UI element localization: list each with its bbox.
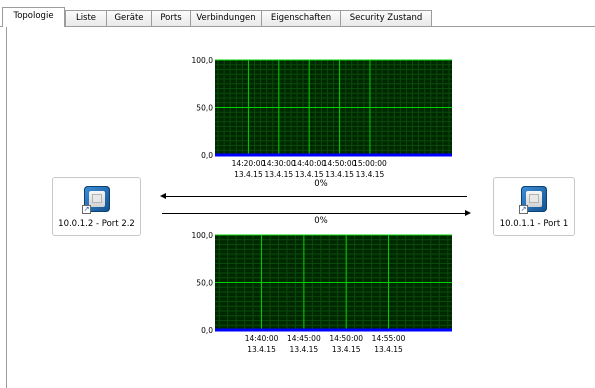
- y-tick-label: 50,0: [196, 104, 213, 113]
- topology-view: 100,0 50,0 0,0 14:20:00 13.4.15 14:30:00 13.4.…: [6, 27, 595, 388]
- shortcut-arrow-icon: ↗: [82, 205, 91, 214]
- data-point: [302, 328, 306, 332]
- shortcut-arrow-icon: ↗: [519, 205, 528, 214]
- tab-liste[interactable]: Liste: [65, 10, 107, 26]
- device-node-right[interactable]: ↗ 10.0.1.1 - Port 1: [493, 177, 575, 236]
- arrowhead-right-icon: [465, 210, 471, 216]
- link-utilization-left: 0%: [314, 179, 328, 189]
- x-tick-time-label: 14:55:00: [372, 334, 406, 343]
- tab-eigenschaften[interactable]: Eigenschaften: [261, 10, 341, 26]
- x-tick-date-label: 13.4.15: [234, 170, 263, 179]
- x-tick-date-label: 13.4.15: [325, 170, 354, 179]
- x-tick-date-label: 13.4.15: [332, 345, 361, 354]
- y-tick-label: 0,0: [201, 151, 213, 160]
- tab-geraete[interactable]: Geräte: [106, 10, 152, 26]
- x-tick-date-label: 13.4.15: [290, 345, 319, 354]
- tab-security-zustand[interactable]: Security Zustand: [340, 10, 432, 26]
- x-tick-time-label: 14:30:00: [262, 159, 296, 168]
- device-node-label: 10.0.1.2 - Port 2.2: [58, 219, 135, 229]
- tab-ports[interactable]: Ports: [151, 10, 191, 26]
- device-node-left[interactable]: ↗ 10.0.1.2 - Port 2.2: [52, 177, 141, 236]
- traffic-chart-bottom: 100,0 50,0 0,0 14:40:00 13.4.15 14:45:00 13.4.…: [192, 231, 452, 354]
- x-tick-time-label: 14:40:00: [245, 334, 279, 343]
- x-tick-time-label: 14:45:00: [287, 334, 321, 343]
- traffic-chart-top: 100,0 50,0 0,0 14:20:00 13.4.15 14:30:00 13.4.…: [192, 56, 452, 179]
- tab-verbindungen[interactable]: Verbindungen: [190, 10, 262, 26]
- link-arrow-to-left: [165, 196, 467, 197]
- x-tick-time-label: 14:40:00: [292, 159, 326, 168]
- link-arrow-to-right: [162, 213, 465, 214]
- x-tick-time-label: 14:50:00: [323, 159, 357, 168]
- x-tick-date-label: 13.4.15: [356, 170, 385, 179]
- x-tick-date-label: 13.4.15: [247, 345, 276, 354]
- data-point: [344, 328, 348, 332]
- network-port-icon: ↗: [519, 186, 547, 214]
- link-utilization-right: 0%: [314, 216, 328, 226]
- x-tick-date-label: 13.4.15: [264, 170, 293, 179]
- arrowhead-left-icon: [160, 193, 166, 199]
- data-point: [387, 328, 390, 332]
- tab-bar: Topologie Liste Geräte Ports Verbindunge…: [0, 0, 595, 27]
- y-tick-label: 50,0: [196, 279, 213, 288]
- data-point: [277, 153, 281, 157]
- y-tick-label: 100,0: [192, 56, 214, 65]
- data-point: [338, 153, 341, 157]
- x-tick-time-label: 15:00:00: [353, 159, 387, 168]
- network-port-icon: ↗: [82, 186, 110, 214]
- x-tick-date-label: 13.4.15: [374, 345, 403, 354]
- tab-topologie[interactable]: Topologie: [2, 7, 65, 27]
- data-point: [247, 153, 250, 157]
- y-tick-label: 100,0: [192, 231, 214, 240]
- data-point: [260, 328, 263, 332]
- device-node-label: 10.0.1.1 - Port 1: [499, 219, 569, 229]
- data-point: [368, 153, 372, 157]
- x-tick-time-label: 14:20:00: [232, 159, 266, 168]
- x-tick-time-label: 14:50:00: [329, 334, 363, 343]
- x-tick-date-label: 13.4.15: [295, 170, 324, 179]
- data-point: [307, 153, 311, 157]
- y-tick-label: 0,0: [201, 326, 213, 335]
